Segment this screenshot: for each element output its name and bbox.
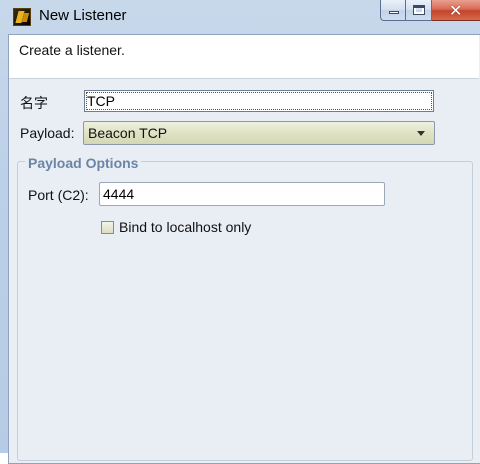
app-logo-icon <box>13 8 31 26</box>
minimize-button[interactable] <box>380 0 406 21</box>
payload-options-group: Payload Options Port (C2): Bind to local… <box>17 155 473 461</box>
payload-options-title: Payload Options <box>25 155 142 171</box>
minimize-icon <box>389 11 399 14</box>
payload-label: Payload: <box>20 125 75 141</box>
title-bar[interactable]: New Listener ✕ <box>0 0 480 34</box>
port-label: Port (C2): <box>28 187 89 203</box>
name-input[interactable] <box>84 90 434 112</box>
close-icon: ✕ <box>449 1 463 20</box>
bind-localhost-row[interactable]: Bind to localhost only <box>101 219 251 235</box>
description-text: Create a listener. <box>19 42 125 58</box>
description-panel: Create a listener. <box>9 35 479 79</box>
chevron-down-icon[interactable] <box>412 124 430 142</box>
window-title: New Listener <box>39 7 127 24</box>
name-label: 名字 <box>20 95 48 111</box>
caption-buttons: ✕ <box>380 0 480 22</box>
maximize-button[interactable] <box>406 0 432 21</box>
maximize-icon <box>413 5 425 15</box>
bind-localhost-label[interactable]: Bind to localhost only <box>119 219 251 235</box>
new-listener-window: New Listener ✕ Create a listener. 名字 Pay… <box>0 0 480 464</box>
payload-select[interactable]: Beacon TCP <box>83 121 435 145</box>
port-input[interactable] <box>99 182 385 206</box>
close-button[interactable]: ✕ <box>432 0 480 21</box>
payload-selected-value: Beacon TCP <box>88 125 168 141</box>
bind-localhost-checkbox[interactable] <box>101 220 114 234</box>
dialog-body: Create a listener. 名字 Payload: Beacon TC… <box>8 34 480 464</box>
